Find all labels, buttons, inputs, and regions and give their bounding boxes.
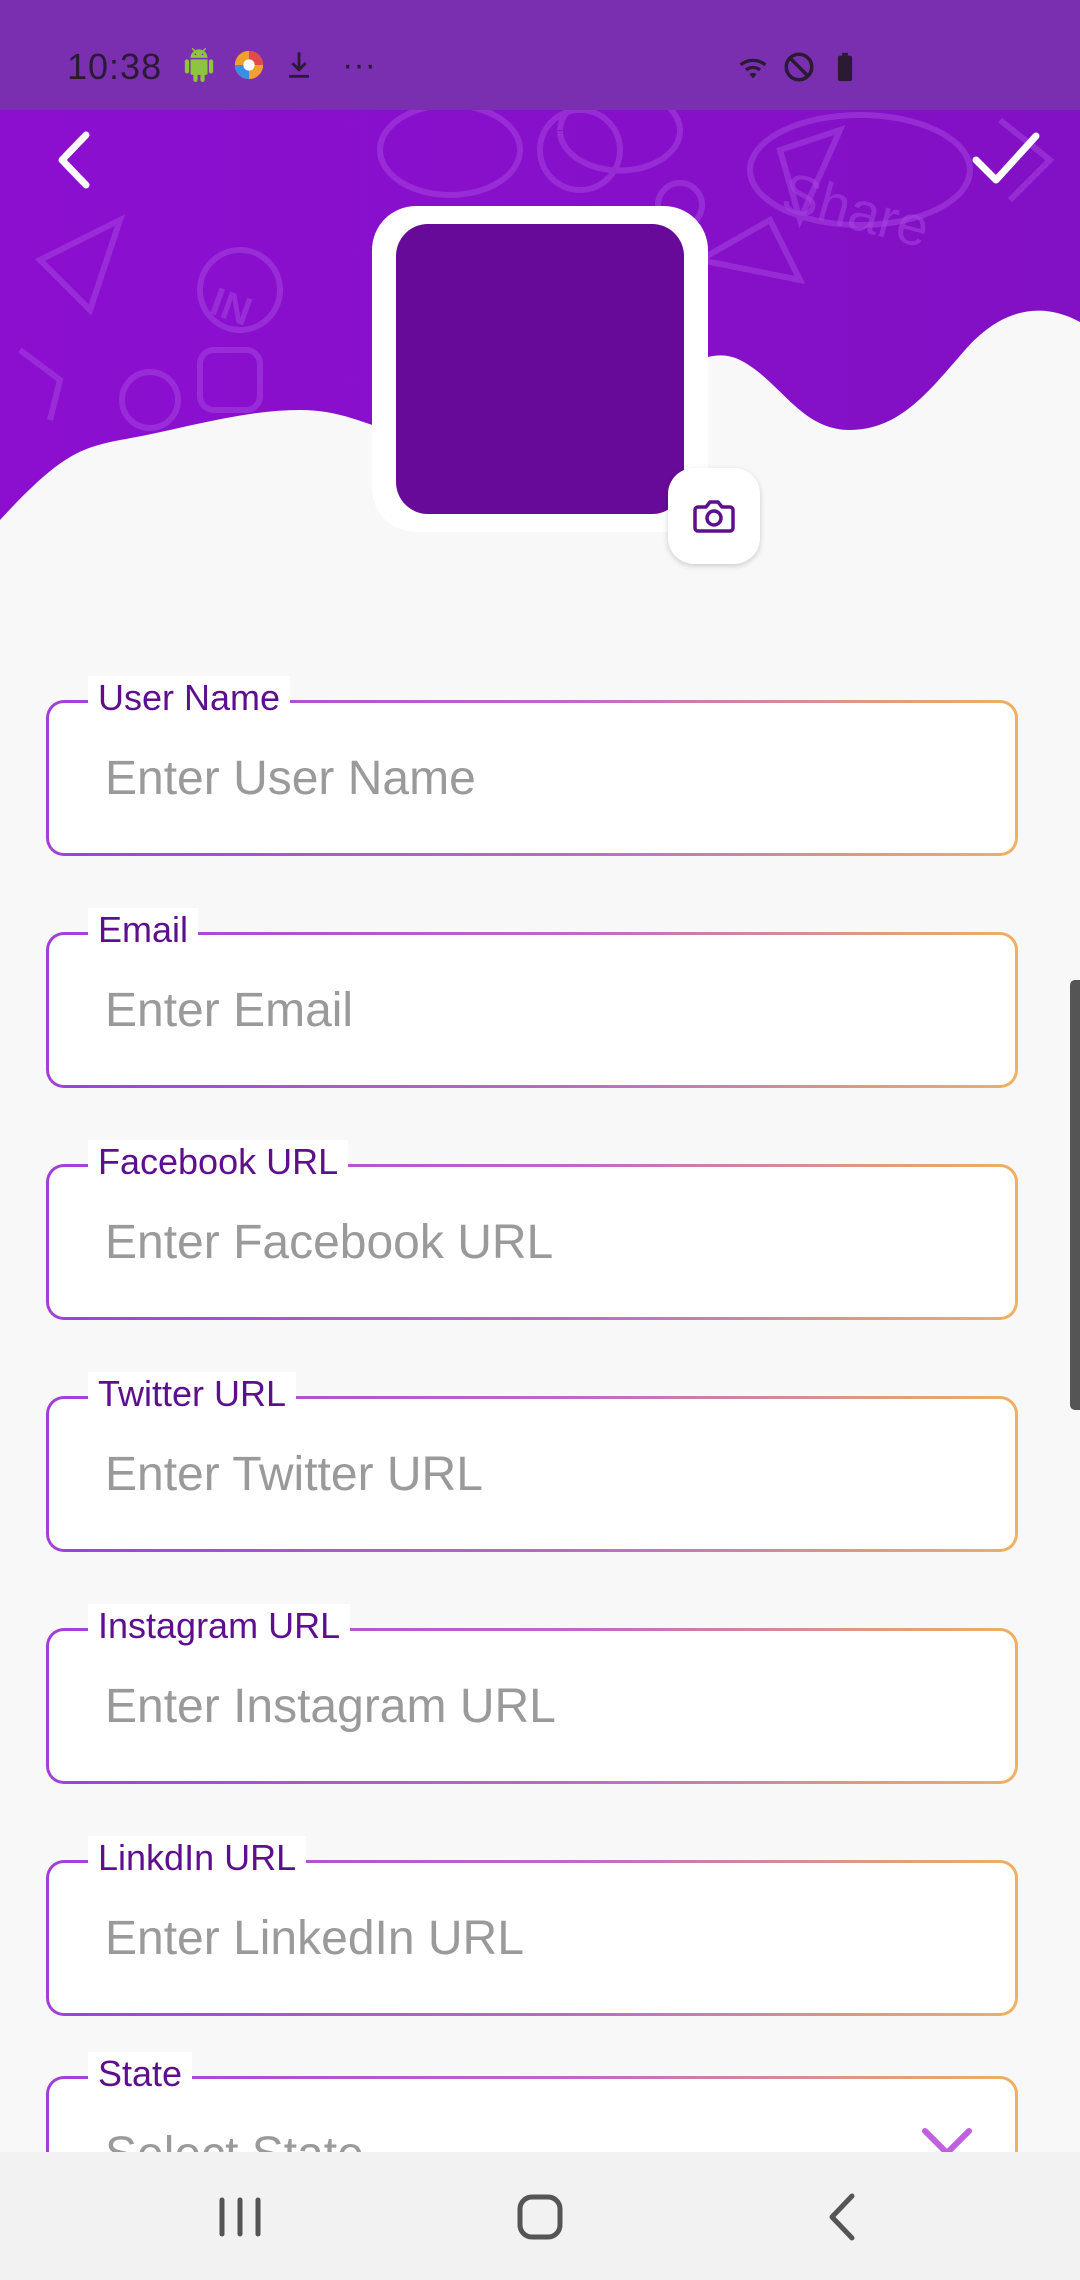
state-label: State <box>88 2052 193 2096</box>
twitter-url-input[interactable] <box>105 1399 965 1549</box>
twitter-url-label: Twitter URL <box>88 1372 297 1416</box>
recent-apps-icon[interactable] <box>205 2182 275 2252</box>
instagram-url-field[interactable] <box>46 1628 1018 1784</box>
save-button[interactable] <box>970 128 1042 188</box>
email-field[interactable] <box>46 932 1018 1088</box>
scrollbar[interactable] <box>1070 980 1080 1410</box>
avatar[interactable] <box>396 224 684 514</box>
facebook-url-input[interactable] <box>105 1167 965 1317</box>
instagram-url-input[interactable] <box>105 1631 965 1781</box>
battery-icon <box>837 52 853 82</box>
facebook-url-field[interactable] <box>46 1164 1018 1320</box>
navigation-bar <box>0 2152 1080 2280</box>
home-icon[interactable] <box>505 2182 575 2252</box>
back-button[interactable] <box>48 125 108 195</box>
twitter-url-field[interactable] <box>46 1396 1018 1552</box>
browser-icon <box>234 50 264 80</box>
email-label: Email <box>88 908 199 952</box>
linkedin-url-field[interactable] <box>46 1860 1018 2016</box>
more-dots-icon: ··· <box>342 46 376 84</box>
user-name-label: User Name <box>88 676 291 720</box>
linkedin-url-input[interactable] <box>105 1863 965 2013</box>
back-icon[interactable] <box>808 2182 878 2252</box>
status-bar: 10:38 ··· <box>0 0 1080 110</box>
wifi-icon <box>739 58 767 79</box>
change-photo-button[interactable] <box>668 468 760 564</box>
dnd-icon <box>784 52 814 82</box>
linkedin-url-label: LinkdIn URL <box>88 1836 307 1880</box>
status-icons-right <box>736 50 862 84</box>
download-icon <box>289 52 309 78</box>
status-icons-left: ··· <box>182 48 376 82</box>
camera-icon <box>693 500 735 533</box>
android-icon <box>184 48 214 82</box>
email-input[interactable] <box>105 935 965 1085</box>
user-name-field[interactable] <box>46 700 1018 856</box>
instagram-url-label: Instagram URL <box>88 1604 351 1648</box>
status-time: 10:38 <box>67 46 163 87</box>
facebook-url-label: Facebook URL <box>88 1140 349 1184</box>
user-name-input[interactable] <box>105 703 965 853</box>
